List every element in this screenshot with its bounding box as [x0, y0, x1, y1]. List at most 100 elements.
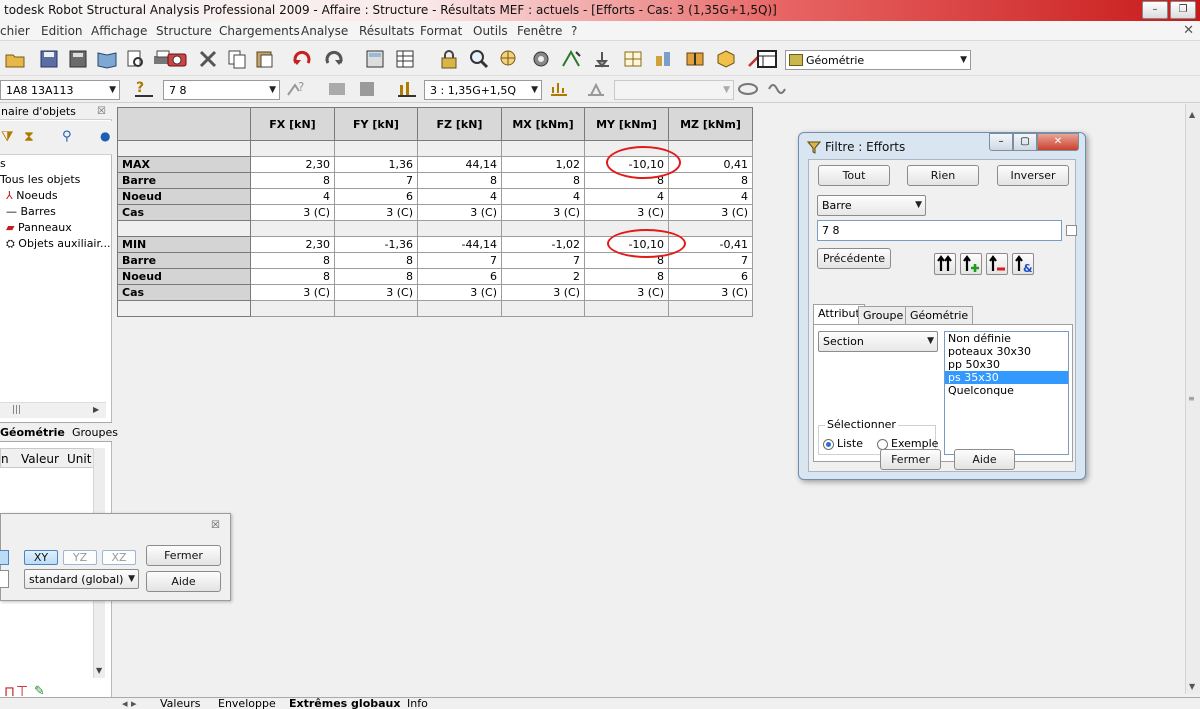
- table-cell[interactable]: 3 (C): [334, 284, 418, 301]
- calculator-icon[interactable]: [364, 49, 386, 69]
- table-cell[interactable]: 0,41: [668, 156, 753, 173]
- wave-icon[interactable]: [767, 79, 789, 99]
- tab-enveloppe[interactable]: Enveloppe: [218, 698, 276, 709]
- table-cell[interactable]: 6: [668, 268, 753, 285]
- menu-help[interactable]: ?: [571, 24, 577, 38]
- table-cell[interactable]: 1,02: [501, 156, 585, 173]
- list-item[interactable]: Quelconque: [945, 384, 1068, 397]
- table-cell[interactable]: -1,02: [501, 236, 585, 253]
- close-button[interactable]: Fermer: [146, 545, 221, 566]
- table-cell[interactable]: 3 (C): [417, 204, 502, 221]
- list-item[interactable]: pp 50x30: [945, 358, 1068, 371]
- plane-xz-button[interactable]: XZ: [102, 550, 136, 565]
- selection-checkbox[interactable]: [1066, 225, 1077, 236]
- menu-structure[interactable]: Structure: [156, 24, 212, 38]
- list-item[interactable]: Non définie: [945, 332, 1068, 345]
- filter-icon[interactable]: ⧩: [1, 129, 14, 145]
- list-item[interactable]: poteaux 30x30: [945, 345, 1068, 358]
- table-cell[interactable]: 3 (C): [250, 204, 335, 221]
- column-header[interactable]: MX [kNm]: [501, 107, 585, 141]
- chevron-right-icon[interactable]: ▶: [93, 405, 99, 414]
- table-cell[interactable]: -10,10: [584, 156, 669, 173]
- support-icon[interactable]: [591, 49, 613, 69]
- tree-item-all-objects[interactable]: Tous les objets: [0, 173, 80, 186]
- menu-resultats[interactable]: Résultats: [359, 24, 414, 38]
- copy-icon[interactable]: [226, 49, 248, 69]
- save-all-icon[interactable]: [67, 49, 89, 69]
- table-cell[interactable]: -10,10: [584, 236, 669, 253]
- radio-list[interactable]: [823, 439, 834, 450]
- attribute-combo[interactable]: Section ▼: [818, 331, 938, 352]
- close-button[interactable]: Fermer: [880, 449, 941, 470]
- select-none-button[interactable]: Rien: [907, 165, 979, 186]
- save-icon[interactable]: [38, 49, 60, 69]
- remove-selection-icon[interactable]: [986, 253, 1008, 275]
- table-cell[interactable]: 7: [334, 172, 418, 189]
- search-icon[interactable]: ⚲: [62, 129, 72, 144]
- minimize-icon[interactable]: –: [1142, 1, 1168, 19]
- load-case-combo[interactable]: 3 : 1,35G+1,5Q ▼: [424, 80, 542, 100]
- print-preview-icon[interactable]: [124, 49, 146, 69]
- table-cell[interactable]: 3 (C): [334, 204, 418, 221]
- table-cell[interactable]: 7: [417, 252, 502, 269]
- tab-valeurs[interactable]: Valeurs: [160, 698, 200, 709]
- tab-extremes-globaux[interactable]: Extrêmes globaux: [289, 698, 400, 709]
- tab-geometrie-filter[interactable]: Géométrie: [905, 306, 974, 324]
- chevron-up-icon[interactable]: ▲: [1189, 110, 1195, 119]
- chevron-down-icon[interactable]: ▼: [96, 666, 102, 675]
- hexagon-icon[interactable]: [715, 49, 737, 69]
- table-cell[interactable]: 4: [584, 188, 669, 205]
- panel-select-icon[interactable]: [326, 79, 348, 99]
- plane-xy-button[interactable]: XY: [24, 550, 58, 565]
- menu-file[interactable]: chier: [0, 24, 30, 38]
- layout-icon[interactable]: [756, 49, 778, 69]
- selection-combo[interactable]: 1A8 13A113 ▼: [0, 80, 120, 100]
- structure-model-icon[interactable]: [560, 49, 582, 69]
- globe-zoom-icon[interactable]: [498, 49, 520, 69]
- close-icon[interactable]: ✕: [1183, 23, 1194, 38]
- table-cell[interactable]: 3 (C): [584, 204, 669, 221]
- table-cell[interactable]: 4: [501, 188, 585, 205]
- mode-combo[interactable]: ▼: [614, 80, 734, 100]
- table-cell[interactable]: 8: [417, 172, 502, 189]
- column-header[interactable]: FY [kN]: [334, 107, 418, 141]
- tab-geometrie[interactable]: Géométrie: [0, 426, 65, 439]
- component-icon[interactable]: [737, 79, 759, 99]
- table-cell[interactable]: 8: [584, 172, 669, 189]
- close-icon[interactable]: ☒: [211, 520, 220, 531]
- add-selection-icon[interactable]: [960, 253, 982, 275]
- delete-icon[interactable]: [197, 49, 219, 69]
- column-header[interactable]: MZ [kNm]: [668, 107, 753, 141]
- bar-select-icon[interactable]: ?: [133, 79, 155, 99]
- redo-icon[interactable]: [322, 49, 344, 69]
- case-list-icon[interactable]: [548, 79, 570, 99]
- menu-fenetre[interactable]: Fenêtre: [517, 24, 562, 38]
- table-cell[interactable]: 3 (C): [501, 284, 585, 301]
- column-header[interactable]: FZ [kN]: [417, 107, 502, 141]
- minimize-icon[interactable]: –: [989, 133, 1013, 151]
- section-list[interactable]: Non définie poteaux 30x30 pp 50x30 ps 35…: [944, 331, 1069, 455]
- tree-item-auxiliary-objects[interactable]: ⛭ Objets auxiliair...: [6, 237, 111, 251]
- menu-format[interactable]: Format: [420, 24, 462, 38]
- scroll-thumb-icon[interactable]: ≡: [1188, 394, 1195, 403]
- open-icon[interactable]: [4, 49, 26, 69]
- properties-col-name[interactable]: n: [1, 452, 9, 466]
- table-cell[interactable]: 3 (C): [668, 284, 753, 301]
- tree-horizontal-scrollbar[interactable]: ||| ▶: [0, 402, 106, 418]
- paste-icon[interactable]: [254, 49, 276, 69]
- previous-selection-button[interactable]: Précédente: [817, 248, 891, 269]
- table-cell[interactable]: 2,30: [250, 236, 335, 253]
- lock-icon[interactable]: [438, 49, 460, 69]
- table-cell[interactable]: 7: [668, 252, 753, 269]
- plane-value-input[interactable]: [0, 570, 9, 588]
- maximize-icon[interactable]: ▢: [1013, 133, 1037, 151]
- table-cell[interactable]: -1,36: [334, 236, 418, 253]
- plane-3d-button[interactable]: [0, 550, 9, 565]
- column-header[interactable]: FX [kN]: [250, 107, 335, 141]
- restore-icon[interactable]: ❐: [1170, 1, 1196, 19]
- table-cell[interactable]: 8: [668, 172, 753, 189]
- load-icon[interactable]: [653, 49, 675, 69]
- close-icon[interactable]: ✕: [1037, 133, 1079, 151]
- scroll-thumb-icon[interactable]: |||: [12, 405, 21, 415]
- book-icon[interactable]: [96, 49, 118, 69]
